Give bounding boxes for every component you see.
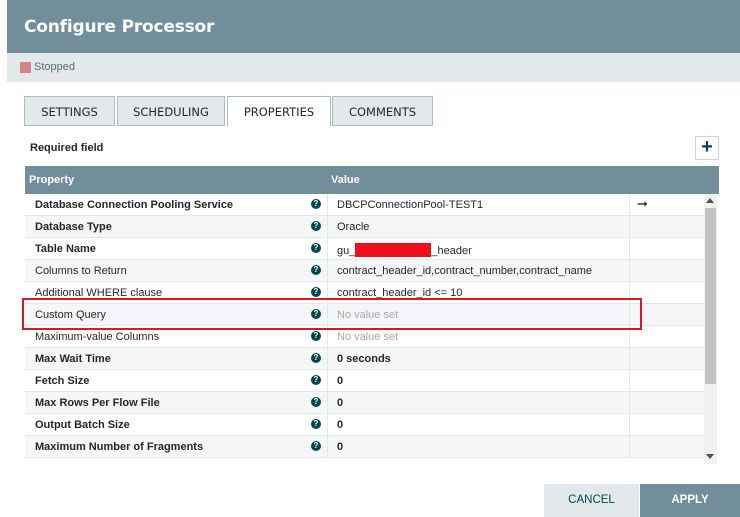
help-icon[interactable]: ? — [311, 419, 321, 429]
configure-processor-dialog: Configure Processor Stopped SETTINGS SCH… — [7, 0, 740, 517]
help-icon[interactable]: ? — [311, 353, 321, 363]
property-value[interactable]: 0 — [337, 375, 343, 387]
property-name: Max Wait Time — [35, 353, 111, 365]
property-value[interactable]: DBCPConnectionPool-TEST1 — [337, 199, 483, 211]
property-value[interactable]: contract_header_id,contract_number,contr… — [337, 265, 592, 277]
status-bar: Stopped — [7, 53, 740, 82]
value-prefix: gu_ — [337, 245, 356, 257]
property-name: Fetch Size — [35, 375, 90, 387]
redaction-block — [355, 243, 432, 257]
help-icon[interactable]: ? — [311, 375, 321, 385]
property-value[interactable]: 0 — [337, 441, 343, 453]
help-icon[interactable]: ? — [311, 441, 321, 451]
custom-query-highlight-box — [22, 298, 642, 330]
help-icon[interactable]: ? — [311, 199, 321, 209]
help-icon[interactable]: ? — [311, 287, 321, 297]
property-name: Database Connection Pooling Service — [35, 199, 234, 211]
table-row[interactable]: Database Connection Pooling Service ? DB… — [25, 194, 705, 216]
apply-button[interactable]: APPLY — [640, 484, 740, 517]
status-text: Stopped — [34, 61, 75, 73]
tab-properties[interactable]: PROPERTIES — [227, 96, 331, 127]
property-value[interactable]: Oracle — [337, 221, 369, 233]
tab-comments[interactable]: COMMENTS — [332, 96, 433, 126]
table-row[interactable]: Columns to Return ? contract_header_id,c… — [25, 260, 705, 282]
tab-bar: SETTINGS SCHEDULING PROPERTIES COMMENTS — [24, 96, 720, 128]
add-property-button[interactable]: + — [695, 136, 719, 160]
value-column-header: Value — [331, 174, 360, 186]
go-to-service-arrow-icon[interactable]: ➞ — [637, 196, 648, 212]
help-icon[interactable]: ? — [311, 397, 321, 407]
property-value[interactable]: 0 seconds — [337, 353, 391, 365]
table-row[interactable]: Table Name ? gu_ _header — [25, 238, 705, 260]
dialog-header: Configure Processor — [7, 0, 740, 53]
table-header: Property Value — [25, 166, 719, 194]
tab-settings[interactable]: SETTINGS — [24, 96, 115, 126]
property-name: Maximum Number of Fragments — [35, 441, 204, 453]
dialog-title: Configure Processor — [24, 17, 215, 37]
property-name: Table Name — [35, 243, 96, 255]
help-icon[interactable]: ? — [311, 243, 321, 253]
tab-scheduling[interactable]: SCHEDULING — [117, 96, 225, 126]
scroll-up-arrow-icon[interactable] — [706, 198, 714, 203]
property-value[interactable]: gu_ _header — [337, 243, 472, 257]
table-row[interactable]: Maximum Number of Fragments ? 0 — [25, 436, 705, 458]
property-value[interactable]: 0 — [337, 419, 343, 431]
help-icon[interactable]: ? — [311, 221, 321, 231]
property-column-header: Property — [29, 174, 75, 186]
scroll-down-arrow-icon[interactable] — [706, 454, 714, 459]
required-field-label: Required field — [30, 142, 104, 154]
plus-icon: + — [701, 136, 713, 158]
value-suffix: _header — [431, 245, 472, 257]
property-name: Columns to Return — [35, 265, 127, 277]
property-name: Database Type — [35, 221, 112, 233]
table-row[interactable]: Max Wait Time ? 0 seconds — [25, 348, 705, 370]
scroll-thumb[interactable] — [705, 208, 716, 384]
cancel-button[interactable]: CANCEL — [544, 484, 639, 517]
property-name: Max Rows Per Flow File — [35, 397, 160, 409]
property-name: Maximum-value Columns — [35, 331, 160, 343]
table-row[interactable]: Database Type ? Oracle — [25, 216, 705, 238]
table-row[interactable]: Max Rows Per Flow File ? 0 — [25, 392, 705, 414]
help-icon[interactable]: ? — [311, 331, 321, 341]
dialog-footer: CANCEL APPLY — [7, 484, 740, 517]
table-scrollbar[interactable] — [704, 194, 717, 464]
table-row[interactable]: Fetch Size ? 0 — [25, 370, 705, 392]
stopped-status-icon — [20, 62, 31, 73]
help-icon[interactable]: ? — [311, 265, 321, 275]
property-value[interactable]: 0 — [337, 397, 343, 409]
property-value[interactable]: No value set — [337, 331, 398, 343]
table-row[interactable]: Output Batch Size ? 0 — [25, 414, 705, 436]
property-name: Output Batch Size — [35, 419, 130, 431]
